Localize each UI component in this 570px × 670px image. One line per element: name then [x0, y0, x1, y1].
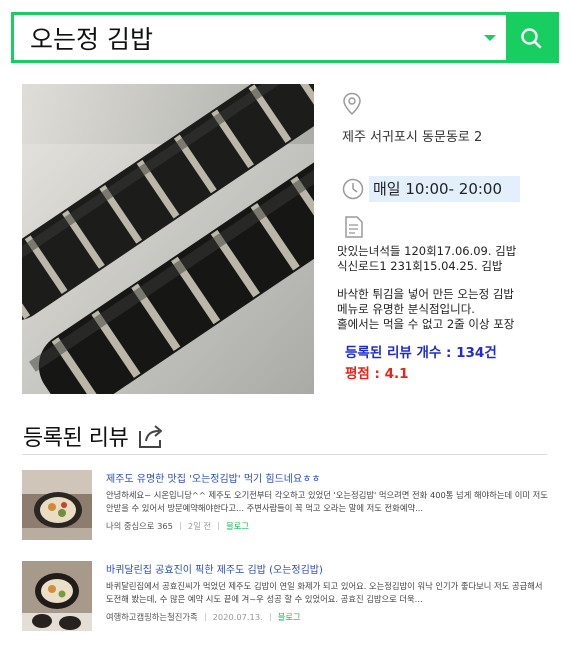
review-thumbnail[interactable] — [22, 561, 92, 631]
share-icon[interactable] — [138, 423, 166, 449]
tv-history: 맛있는녀석들 120회17.06.09. 김밥 식신로드1 231회15.04.… — [337, 244, 516, 274]
autocomplete-toggle[interactable] — [474, 15, 506, 60]
tv-history-line: 맛있는녀석들 120회17.06.09. 김밥 — [337, 244, 517, 258]
review-snippet: 안녕하세요~ 시온입니당^^ 제주도 오기전부터 각오하고 있었던 '오는정김밥… — [106, 490, 548, 513]
review-source: 블로그 — [226, 521, 250, 531]
description-line: 홀에서는 먹을 수 없고 2줄 이상 포장 — [337, 317, 515, 331]
place-photo[interactable] — [22, 84, 314, 394]
review-meta: 나의 중심으로 365 2일 전 블로그 — [106, 520, 552, 532]
review-snippet: 바퀴달린집에서 공효진씨가 먹었던 제주도 김밥이 연일 화제가 되고 있어요.… — [106, 581, 543, 604]
location-pin-icon — [343, 92, 361, 116]
search-button[interactable] — [506, 15, 556, 60]
review-author[interactable]: 여행하고캠핑하는철진가족 — [106, 611, 198, 623]
divider — [22, 454, 547, 455]
meta-separator — [218, 522, 220, 530]
meta-separator — [179, 522, 181, 530]
search-icon — [521, 27, 542, 48]
reviews-header: 등록된 리뷰 — [23, 420, 166, 452]
description-line: 바삭한 튀김을 넣어 만든 오는정 김밥 — [337, 287, 514, 301]
search-bar — [11, 12, 559, 63]
reviews-title: 등록된 리뷰 — [23, 426, 129, 451]
search-input[interactable] — [14, 15, 474, 60]
business-hours: 매일 10:00- 20:00 — [369, 176, 520, 202]
meta-separator — [204, 613, 206, 621]
review-title-link[interactable]: 바퀴달린집 공효진이 픽한 제주도 김밥 (오는정김밥) — [106, 561, 552, 575]
tv-history-line: 식신로드1 231회15.04.25. 김밥 — [337, 259, 503, 273]
review-meta: 여행하고캠핑하는철진가족 2020.07.13. 블로그 — [106, 611, 552, 623]
review-author[interactable]: 나의 중심으로 365 — [106, 520, 173, 532]
review-item[interactable]: 바퀴달린집 공효진이 픽한 제주도 김밥 (오는정김밥) 바퀴달린집에서 공효진… — [22, 561, 552, 633]
rating: 평점 : 4.1 — [345, 366, 409, 382]
place-address: 제주 서귀포시 동문동로 2 — [342, 130, 483, 145]
review-body: 바퀴달린집 공효진이 픽한 제주도 김밥 (오는정김밥) 바퀴달린집에서 공효진… — [106, 561, 552, 623]
document-icon — [345, 216, 363, 238]
meta-separator — [269, 613, 271, 621]
review-count: 등록된 리뷰 개수 : 134건 — [345, 345, 497, 361]
chevron-down-icon — [484, 34, 496, 41]
review-date: 2일 전 — [187, 521, 212, 531]
review-source: 블로그 — [277, 612, 301, 622]
review-date: 2020.07.13. — [212, 612, 263, 622]
review-body: 제주도 유명한 맛집 '오는정김밥' 먹기 힘드네요ㅎㅎ 안녕하세요~ 시온입니… — [106, 470, 552, 532]
review-item[interactable]: 제주도 유명한 맛집 '오는정김밥' 먹기 힘드네요ㅎㅎ 안녕하세요~ 시온입니… — [22, 470, 552, 542]
review-thumbnail[interactable] — [22, 470, 92, 540]
review-title-link[interactable]: 제주도 유명한 맛집 '오는정김밥' 먹기 힘드네요ㅎㅎ — [106, 470, 552, 484]
description-line: 메뉴로 유명한 분식점입니다. — [337, 302, 475, 316]
clock-icon — [342, 178, 364, 200]
place-description: 바삭한 튀김을 넣어 만든 오는정 김밥 메뉴로 유명한 분식점입니다. 홀에서… — [337, 287, 514, 332]
